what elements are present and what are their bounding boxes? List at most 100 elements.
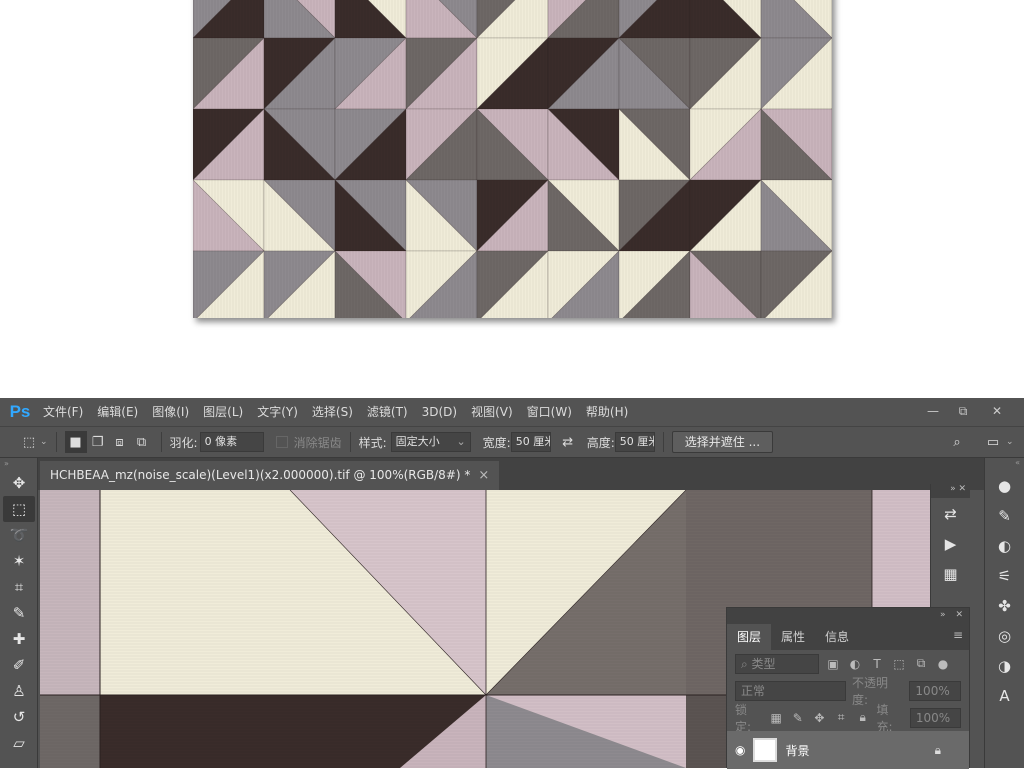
width-label: 宽度: <box>482 435 511 450</box>
panel-icon-strip-2: « ● ✎ ◐ ⚟ ✤ ◎ ◑ A <box>984 458 1024 768</box>
layers-panel: » ✕ 图层 属性 信息 ≡ ⌕ 类型 ▣ ◐ T ⬚ ⧉ ● 正常 不透明度:… <box>726 607 970 769</box>
document-tab[interactable]: HCHBEAA_mz(noise_scale)(Level1)(x2.00000… <box>40 461 500 490</box>
lasso-tool-icon[interactable]: ➰ <box>3 522 35 548</box>
new-selection-icon[interactable]: ■ <box>64 431 87 453</box>
select-and-mask-button[interactable]: 选择并遮住 ... <box>671 431 774 453</box>
clone-stamp-tool-icon[interactable]: ♙ <box>3 678 35 704</box>
options-bar: ⬚ ⌄ ■ ❐ ⧈ ⧉ 羽化: 0 像素 消除锯齿 样式: 固定大小 ⌄ 宽度:… <box>0 426 1024 458</box>
divider <box>662 432 664 452</box>
close-tab-icon[interactable]: × <box>478 461 489 490</box>
channels-icon[interactable]: ◎ <box>990 622 1020 650</box>
collapse-icon[interactable]: « <box>985 458 1024 470</box>
collapse-icon[interactable]: » <box>0 458 37 470</box>
feather-input[interactable]: 0 像素 <box>199 432 264 452</box>
layer-name: 背景 <box>785 743 810 758</box>
close-window-button[interactable]: ✕ <box>982 402 1012 420</box>
swatches-icon[interactable]: ◐ <box>990 532 1020 560</box>
document-tab-bar: HCHBEAA_mz(noise_scale)(Level1)(x2.00000… <box>38 458 984 490</box>
marquee-tool-icon[interactable]: ⬚ <box>3 496 35 522</box>
workspace-icon[interactable]: ▭ <box>982 431 1004 453</box>
eraser-tool-icon[interactable]: ▱ <box>3 730 35 756</box>
crop-tool-icon[interactable]: ⌗ <box>3 574 35 600</box>
menu-select[interactable]: 选择(S) <box>305 398 360 426</box>
menu-3d[interactable]: 3D(D) <box>415 398 464 426</box>
type-filter-icon[interactable]: T <box>869 657 885 671</box>
layer-row-background[interactable]: ◉ 背景 🔒︎ <box>727 731 969 769</box>
width-input[interactable]: 50 厘米 <box>510 432 551 452</box>
shape-filter-icon[interactable]: ⬚ <box>891 657 907 671</box>
add-selection-icon[interactable]: ❐ <box>87 431 109 453</box>
adjustments-icon[interactable]: ⚟ <box>990 562 1020 590</box>
menu-file[interactable]: 文件(F) <box>36 398 90 426</box>
opacity-input[interactable]: 100% <box>909 680 961 701</box>
style-select[interactable]: 固定大小 ⌄ <box>390 432 471 452</box>
magic-wand-tool-icon[interactable]: ✶ <box>3 548 35 574</box>
divider <box>55 432 57 452</box>
collapse-icon[interactable]: » <box>940 610 946 620</box>
height-input[interactable]: 50 厘米 <box>614 432 655 452</box>
adjustment-filter-icon[interactable]: ◐ <box>847 657 863 671</box>
divider <box>349 432 351 452</box>
chevron-down-icon: ⌄ <box>456 435 466 448</box>
styles-icon[interactable]: ✤ <box>990 592 1020 620</box>
menu-type[interactable]: 文字(Y) <box>250 398 305 426</box>
collapse-icon[interactable]: » ✕ <box>931 484 970 498</box>
swap-dimensions-icon[interactable]: ⇄ <box>557 431 579 453</box>
panel-menu-icon[interactable]: ≡ <box>953 628 963 642</box>
antialias-label: 消除锯齿 <box>293 435 342 450</box>
chevron-down-icon[interactable]: ⌄ <box>1006 437 1014 447</box>
menu-image[interactable]: 图像(I) <box>145 398 196 426</box>
layer-filter-value: 类型 <box>751 656 776 671</box>
filter-toggle-icon[interactable]: ● <box>935 657 951 671</box>
antialias-checkbox[interactable] <box>275 436 288 448</box>
menu-filter[interactable]: 滤镜(T) <box>360 398 415 426</box>
lock-row: 锁定: ▦ ✎ ✥ ⌗ 🔒︎ 填充: 100% <box>727 703 969 734</box>
eyedropper-tool-icon[interactable]: ✎ <box>3 600 35 626</box>
panel-tabs: 图层 属性 信息 ≡ <box>727 622 969 650</box>
smart-object-filter-icon[interactable]: ⧉ <box>913 656 929 671</box>
minimize-button[interactable]: — <box>918 402 948 420</box>
brush-preset-icon[interactable]: ● <box>990 472 1020 500</box>
subtract-selection-icon[interactable]: ⧈ <box>109 431 131 453</box>
tab-info[interactable]: 信息 <box>815 624 859 650</box>
brush-panel-icon[interactable]: ✎ <box>990 502 1020 530</box>
search-icon[interactable]: ⌕ <box>946 431 968 453</box>
menu-edit[interactable]: 编辑(E) <box>90 398 145 426</box>
preview-tile-image <box>193 0 832 318</box>
close-panel-icon[interactable]: ✕ <box>955 610 963 620</box>
healing-brush-tool-icon[interactable]: ✚ <box>3 626 35 652</box>
lock-icon: 🔒︎ <box>934 742 941 757</box>
menu-help[interactable]: 帮助(H) <box>579 398 635 426</box>
layer-filter-select[interactable]: ⌕ 类型 <box>735 653 819 674</box>
lock-label: 锁定: <box>735 702 752 734</box>
history-panel-icon[interactable]: ⇄ <box>936 500 966 528</box>
tab-layers[interactable]: 图层 <box>727 624 772 650</box>
grid-panel-icon[interactable]: ▦ <box>936 560 966 588</box>
fill-input[interactable]: 100% <box>909 707 961 728</box>
lock-pixels-icon[interactable]: ✎ <box>790 711 806 725</box>
paths-icon[interactable]: ◑ <box>990 652 1020 680</box>
menu-window[interactable]: 窗口(W) <box>520 398 579 426</box>
lock-transparency-icon[interactable]: ▦ <box>768 711 784 725</box>
restore-button[interactable]: ⧉ <box>948 402 978 420</box>
history-brush-tool-icon[interactable]: ↺ <box>3 704 35 730</box>
menu-layer[interactable]: 图层(L) <box>196 398 250 426</box>
menu-view[interactable]: 视图(V) <box>464 398 520 426</box>
blend-mode-select[interactable]: 正常 <box>735 680 846 701</box>
height-label: 高度: <box>586 435 615 450</box>
lock-all-icon[interactable]: 🔒︎ <box>855 710 871 725</box>
tab-properties[interactable]: 属性 <box>771 624 815 650</box>
chevron-down-icon[interactable]: ⌄ <box>40 437 48 447</box>
photoshop-window: Ps 文件(F) 编辑(E) 图像(I) 图层(L) 文字(Y) 选择(S) 滤… <box>0 398 1024 769</box>
character-icon[interactable]: A <box>990 682 1020 710</box>
lock-artboard-icon[interactable]: ⌗ <box>833 710 849 725</box>
lock-position-icon[interactable]: ✥ <box>812 711 828 725</box>
pixel-filter-icon[interactable]: ▣ <box>825 657 841 671</box>
tools-panel: » ✥ ⬚ ➰ ✶ ⌗ ✎ ✚ ✐ ♙ ↺ ▱ <box>0 458 38 768</box>
marquee-preset-icon[interactable]: ⬚ <box>18 431 40 453</box>
intersect-selection-icon[interactable]: ⧉ <box>131 431 153 453</box>
brush-tool-icon[interactable]: ✐ <box>3 652 35 678</box>
move-tool-icon[interactable]: ✥ <box>3 470 35 496</box>
actions-panel-icon[interactable]: ▶ <box>936 530 966 558</box>
eye-icon[interactable]: ◉ <box>735 743 745 757</box>
